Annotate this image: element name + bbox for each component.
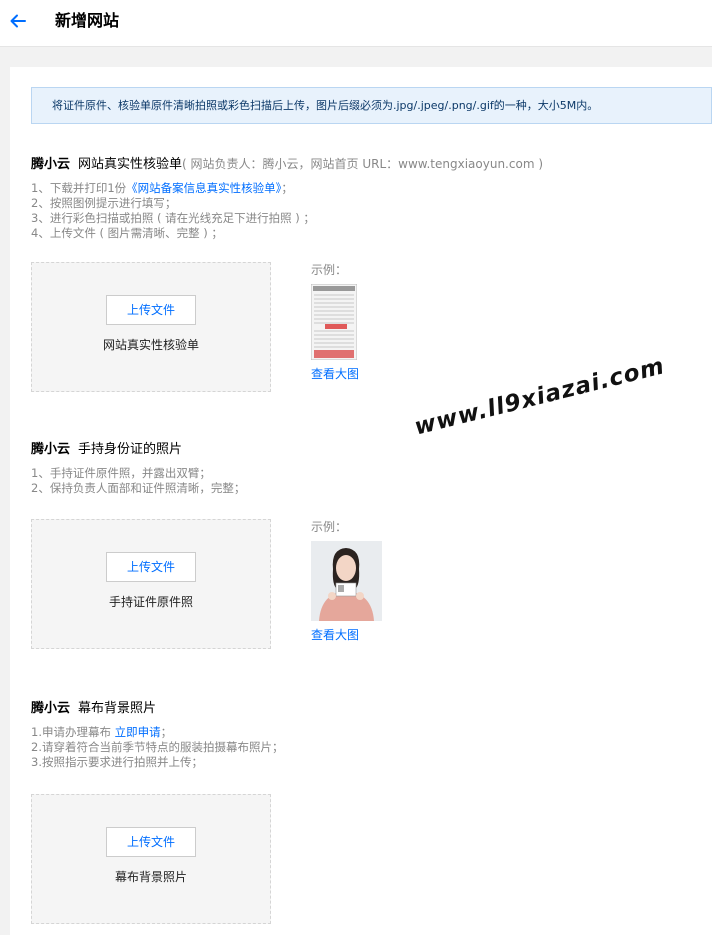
instruction-item: 4、上传文件 ( 图片需清晰、完整 ) ； (31, 226, 223, 240)
upload-label: 手持证件原件照 (108, 595, 193, 609)
instruction-item: 3、进行彩色扫描或拍照 ( 请在光线充足下进行拍照 ) ； (31, 211, 315, 225)
upload-file-button[interactable]: 上传文件 (106, 827, 196, 857)
page-title: 新增网站 (55, 11, 120, 30)
arrow-left-icon[interactable] (9, 12, 27, 30)
upload-file-button[interactable]: 上传文件 (106, 552, 196, 582)
section-meta: ( 网站负责人：腾小云，网站首页 URL：www.tengxiaoyun.com… (182, 157, 543, 171)
form-example-thumbnail[interactable] (311, 284, 357, 360)
top-bar: 新增网站 (0, 0, 712, 47)
brand-name: 腾小云 (31, 701, 71, 716)
upload-label: 网站真实性核验单 (102, 338, 199, 352)
instruction-text: 1、下载并打印1份 (31, 181, 127, 195)
view-large-link[interactable]: 查看大图 (311, 627, 382, 643)
instruction-text: ； (281, 181, 293, 195)
example-label: 示例： (311, 263, 348, 277)
brand-name: 腾小云 (31, 442, 71, 457)
section-title: 手持身份证的照片 (78, 442, 183, 457)
instruction-item: 3.按照指示要求进行拍照并上传； (31, 755, 203, 769)
section-backdrop-photo: 腾小云 幕布背景照片 1.申请办理幕布 立即申请； 2.请穿着符合当前季节特点的服… (31, 700, 712, 930)
instruction-item: 1、下载并打印1份《网站备案信息真实性核验单》； (31, 181, 712, 196)
view-large-link[interactable]: 查看大图 (311, 366, 359, 382)
upload-file-button[interactable]: 上传文件 (106, 295, 196, 325)
section-title: 幕布背景照片 (78, 701, 157, 716)
brand-name: 腾小云 (31, 157, 71, 172)
upload-dropzone[interactable]: 上传文件 幕布背景照片 (31, 794, 271, 924)
instruction-text: ； (160, 725, 173, 739)
instruction-list: 1.申请办理幕布 立即申请； 2.请穿着符合当前季节特点的服装拍摄幕布照片； 3… (31, 725, 712, 770)
example-area: 示例： 查看大图 (311, 519, 382, 643)
instruction-item: 2.请穿着符合当前季节特点的服装拍摄幕布照片； (31, 740, 284, 754)
example-area: 示例： 查看大图 (311, 262, 359, 382)
download-form-link[interactable]: 《网站备案信息真实性核验单》 (126, 181, 281, 195)
instruction-list: 1、下载并打印1份《网站备案信息真实性核验单》； 2、按照图例提示进行填写； 3… (31, 181, 712, 241)
section-id-photo: 腾小云 手持身份证的照片 1、手持证件原件照，并露出双臂； 2、保持负责人面部和证… (31, 441, 712, 651)
instruction-list: 1、手持证件原件照，并露出双臂； 2、保持负责人面部和证件照清晰，完整； (31, 466, 712, 496)
apply-now-link[interactable]: 立即申请 (115, 725, 161, 739)
instruction-item: 1.申请办理幕布 立即申请； (31, 725, 712, 740)
upload-notice: 将证件原件、核验单原件清晰拍照或彩色扫描后上传，图片后缀必须为.jpg/.jpe… (31, 87, 712, 124)
upload-dropzone[interactable]: 上传文件 网站真实性核验单 (31, 262, 271, 392)
instruction-text: 1.申请办理幕布 (31, 725, 115, 739)
example-label: 示例： (311, 520, 348, 534)
id-photo-example-thumbnail[interactable] (311, 541, 382, 621)
section-heading: 腾小云 网站真实性核验单( 网站负责人：腾小云，网站首页 URL：www.teng… (31, 155, 712, 174)
section-heading: 腾小云 手持身份证的照片 (31, 441, 712, 459)
section-title: 网站真实性核验单 (78, 157, 183, 172)
upload-label: 幕布背景照片 (114, 870, 187, 884)
section-verification-form: 腾小云 网站真实性核验单( 网站负责人：腾小云，网站首页 URL：www.teng… (31, 155, 712, 395)
instruction-item: 1、手持证件原件照，并露出双臂； (31, 466, 211, 480)
main-panel: 将证件原件、核验单原件清晰拍照或彩色扫描后上传，图片后缀必须为.jpg/.jpe… (10, 67, 712, 935)
instruction-item: 2、按照图例提示进行填写； (31, 196, 177, 210)
section-heading: 腾小云 幕布背景照片 (31, 700, 712, 718)
upload-dropzone[interactable]: 上传文件 手持证件原件照 (31, 519, 271, 649)
instruction-item: 2、保持负责人面部和证件照清晰，完整； (31, 481, 246, 495)
